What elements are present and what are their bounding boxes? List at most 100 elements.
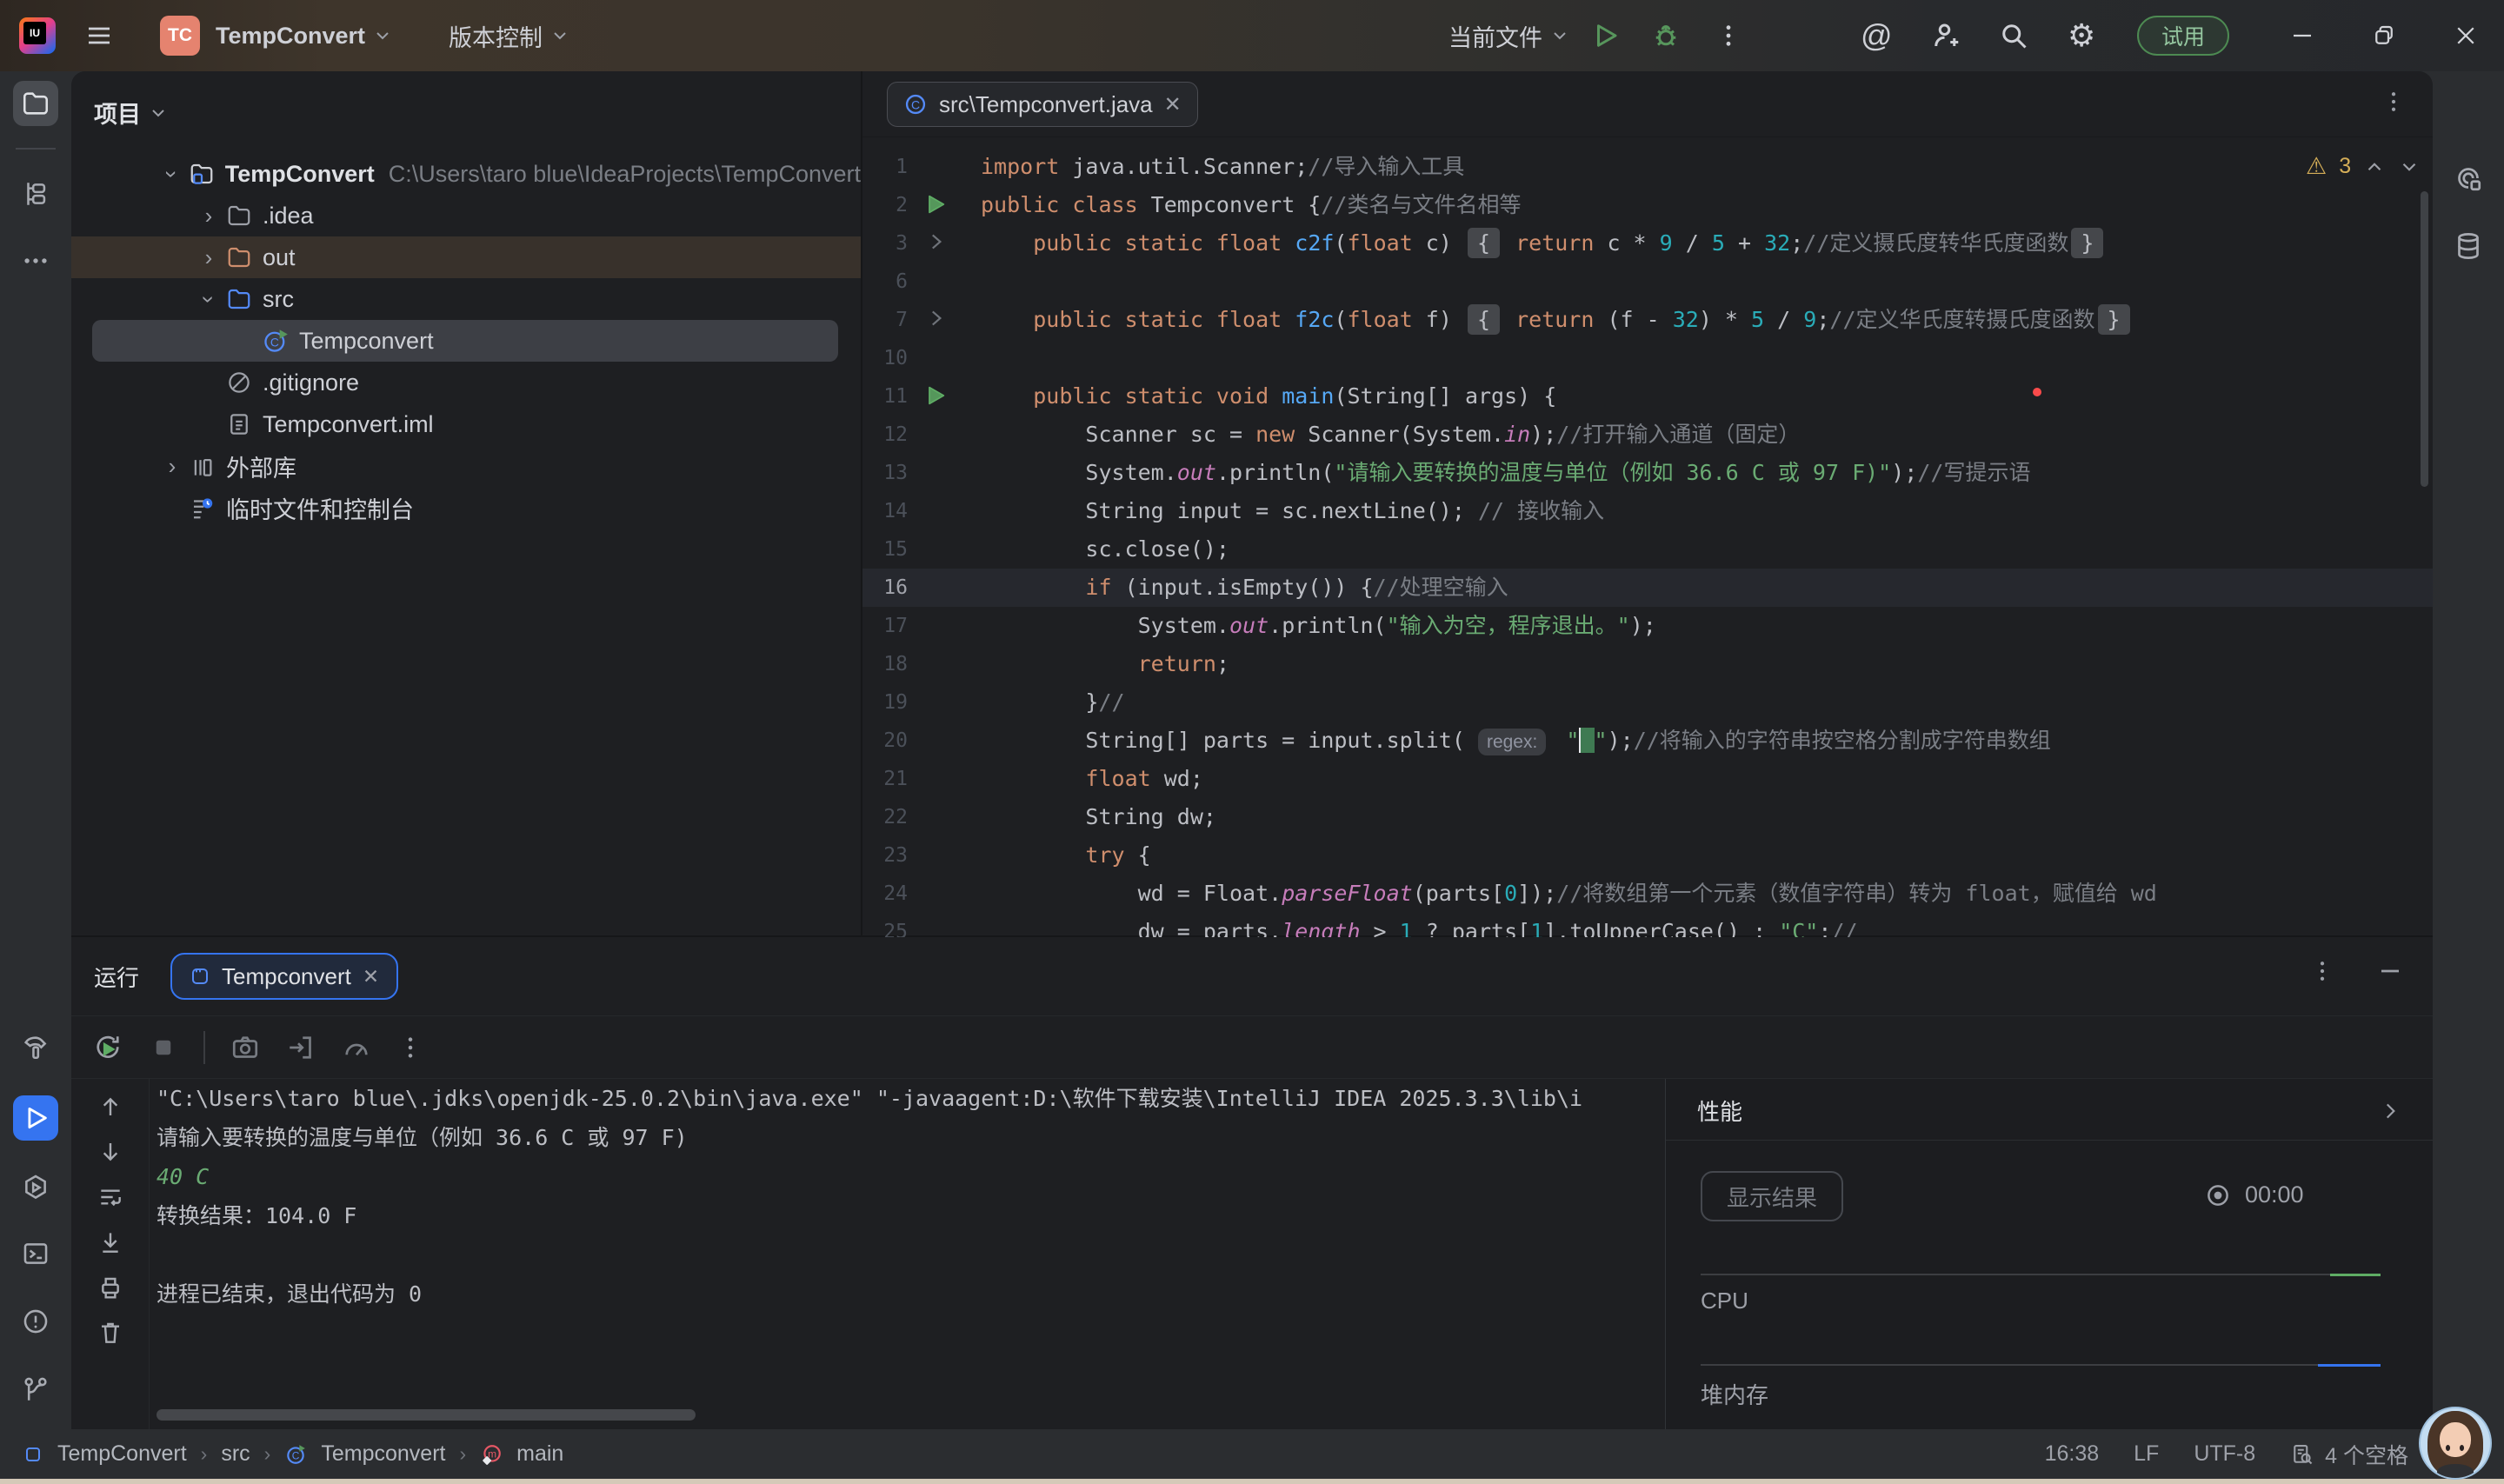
scroll-to-end-button[interactable] — [97, 1228, 124, 1256]
editor-options-button[interactable] — [2381, 89, 2407, 115]
tree-row--[interactable]: 临时文件和控制台 — [71, 487, 861, 529]
tree-chevron-icon[interactable]: › — [191, 244, 226, 271]
commit-tool-button[interactable] — [13, 171, 58, 216]
console-output[interactable]: "C:\Users\taro blue\.jdks\openjdk-25.0.2… — [156, 1079, 1664, 1394]
code-line-6[interactable]: 6 — [862, 263, 2433, 301]
editor-scrollbar[interactable] — [2421, 191, 2428, 487]
tree-chevron-icon[interactable]: › — [158, 156, 185, 190]
project-tool-button[interactable] — [13, 81, 58, 126]
project-widget[interactable]: TempConvert — [216, 0, 390, 71]
code-line-17[interactable]: 17 System.out.println("输入为空，程序退出。"); — [862, 607, 2433, 645]
settings-button[interactable]: ⚙ — [2068, 0, 2095, 71]
ai-assistant-button[interactable]: @ — [1861, 0, 1893, 71]
code-with-me-button[interactable] — [1930, 0, 1961, 71]
tree-chevron-icon[interactable]: › — [155, 453, 190, 480]
problems-tool-button[interactable] — [13, 1299, 58, 1344]
code-line-13[interactable]: 13 System.out.println("请输入要转换的温度与单位（例如 3… — [862, 454, 2433, 492]
chevron-right-icon[interactable] — [2379, 1100, 2401, 1122]
restore-button[interactable] — [2347, 0, 2421, 71]
minimize-button[interactable] — [2265, 0, 2340, 71]
code-line-7[interactable]: 7 public static float f2c(float f) { ret… — [862, 301, 2433, 339]
project-panel-header[interactable]: 项目 — [94, 96, 165, 130]
gutter-fold-icon[interactable] — [916, 307, 955, 329]
gutter-run-icon[interactable] — [916, 192, 955, 216]
run-configuration-selector[interactable]: 当前文件 — [1448, 0, 1567, 71]
up-stack-trace-button[interactable] — [97, 1093, 124, 1121]
profiler-button[interactable] — [341, 1032, 372, 1063]
close-button[interactable] — [2428, 0, 2503, 71]
tree-row-tempconvert-iml[interactable]: Tempconvert.iml — [71, 403, 861, 445]
user-avatar[interactable] — [2419, 1407, 2492, 1480]
tree-row--gitignore[interactable]: .gitignore — [71, 362, 861, 403]
encoding-widget[interactable]: UTF-8 — [2194, 1441, 2255, 1467]
editor-tab[interactable]: C src\Tempconvert.java ✕ — [887, 82, 1198, 127]
search-everywhere-button[interactable] — [1998, 0, 2029, 71]
gutter-run-icon[interactable] — [916, 383, 955, 408]
notifications-button[interactable] — [2446, 156, 2491, 201]
rerun-button[interactable] — [92, 1032, 123, 1063]
inspections-widget[interactable]: ⚠ 3 — [2306, 153, 2421, 180]
tree-row-src[interactable]: ›src — [71, 278, 861, 320]
caret-position-widget[interactable]: 16:38 — [2045, 1441, 2100, 1467]
code-line-22[interactable]: 22 String dw; — [862, 798, 2433, 836]
terminal-tool-button[interactable] — [13, 1231, 58, 1276]
services-tool-button[interactable] — [13, 1165, 58, 1210]
code-line-24[interactable]: 24 wd = Float.parseFloat(parts[0]);//将数组… — [862, 875, 2433, 913]
breadcrumb-class[interactable]: Tempconvert — [321, 1441, 445, 1467]
database-tool-button[interactable] — [2446, 223, 2491, 269]
code-line-19[interactable]: 19 }// — [862, 683, 2433, 722]
tree-row--idea[interactable]: ›.idea — [71, 195, 861, 236]
breadcrumb-src[interactable]: src — [221, 1441, 250, 1467]
code-editor[interactable]: 1import java.util.Scanner;//导入输入工具2publi… — [862, 137, 2433, 937]
show-results-button[interactable]: 显示结果 — [1701, 1171, 1843, 1221]
line-ending-widget[interactable]: LF — [2134, 1441, 2159, 1467]
tree-row--[interactable]: ›外部库 — [71, 445, 861, 487]
prev-warning-icon[interactable] — [2363, 156, 2386, 178]
debug-button[interactable] — [1650, 0, 1682, 71]
run-more-button[interactable] — [396, 1034, 424, 1061]
code-line-18[interactable]: 18 return; — [862, 645, 2433, 683]
stop-button[interactable] — [148, 1032, 179, 1063]
code-line-21[interactable]: 21 float wd; — [862, 760, 2433, 798]
code-line-23[interactable]: 23 try { — [862, 836, 2433, 875]
code-line-14[interactable]: 14 String input = sc.nextLine(); // 接收输入 — [862, 492, 2433, 530]
tree-chevron-icon[interactable]: › — [196, 282, 223, 316]
code-line-15[interactable]: 15 sc.close(); — [862, 530, 2433, 569]
code-line-11[interactable]: 11 public static void main(String[] args… — [862, 377, 2433, 416]
next-warning-icon[interactable] — [2398, 156, 2421, 178]
main-menu-button[interactable] — [85, 0, 113, 71]
run-tab[interactable]: Tempconvert ✕ — [170, 953, 398, 1000]
gutter-fold-icon[interactable] — [916, 230, 955, 253]
code-line-20[interactable]: 20 String[] parts = input.split( regex: … — [862, 722, 2433, 760]
breadcrumb-method[interactable]: main — [516, 1441, 563, 1467]
tree-row-tempconvert[interactable]: ›TempConvertC:\Users\taro blue\IdeaProje… — [71, 153, 861, 195]
code-line-1[interactable]: 1import java.util.Scanner;//导入输入工具 — [862, 148, 2433, 186]
soft-wrap-button[interactable] — [97, 1183, 124, 1211]
down-stack-trace-button[interactable] — [97, 1138, 124, 1166]
tree-chevron-icon[interactable]: › — [191, 203, 226, 230]
indent-widget[interactable]: 4 个空格 — [2290, 1439, 2408, 1470]
run-panel-options-button[interactable] — [2309, 958, 2335, 984]
vcs-widget[interactable]: 版本控制 — [449, 0, 567, 71]
open-results-button[interactable] — [285, 1032, 316, 1063]
more-tool-windows-button[interactable] — [13, 238, 58, 283]
tree-row-tempconvert[interactable]: CTempconvert — [92, 320, 838, 362]
code-line-16[interactable]: 16 if (input.isEmpty()) {//处理空输入 — [862, 569, 2433, 607]
print-button[interactable] — [97, 1274, 124, 1301]
code-line-10[interactable]: 10 — [862, 339, 2433, 377]
run-tab-close-icon[interactable]: ✕ — [363, 965, 379, 988]
hide-panel-button[interactable] — [2377, 958, 2403, 984]
code-line-25[interactable]: 25 dw = parts.length > 1 ? parts[1].toUp… — [862, 913, 2433, 937]
tab-close-icon[interactable]: ✕ — [1164, 92, 1182, 117]
git-tool-button[interactable] — [13, 1367, 58, 1412]
run-button[interactable] — [1589, 0, 1621, 71]
project-icon[interactable]: TC — [160, 16, 200, 56]
more-actions-button[interactable] — [1715, 0, 1742, 71]
build-tool-button[interactable] — [13, 1024, 58, 1069]
tree-row-out[interactable]: ›out — [71, 236, 861, 278]
console-hscrollbar[interactable] — [156, 1409, 696, 1421]
run-tool-button[interactable] — [13, 1095, 58, 1141]
thread-dump-button[interactable] — [230, 1032, 261, 1063]
clear-console-button[interactable] — [97, 1319, 124, 1347]
breadcrumb-project[interactable]: TempConvert — [57, 1441, 187, 1467]
